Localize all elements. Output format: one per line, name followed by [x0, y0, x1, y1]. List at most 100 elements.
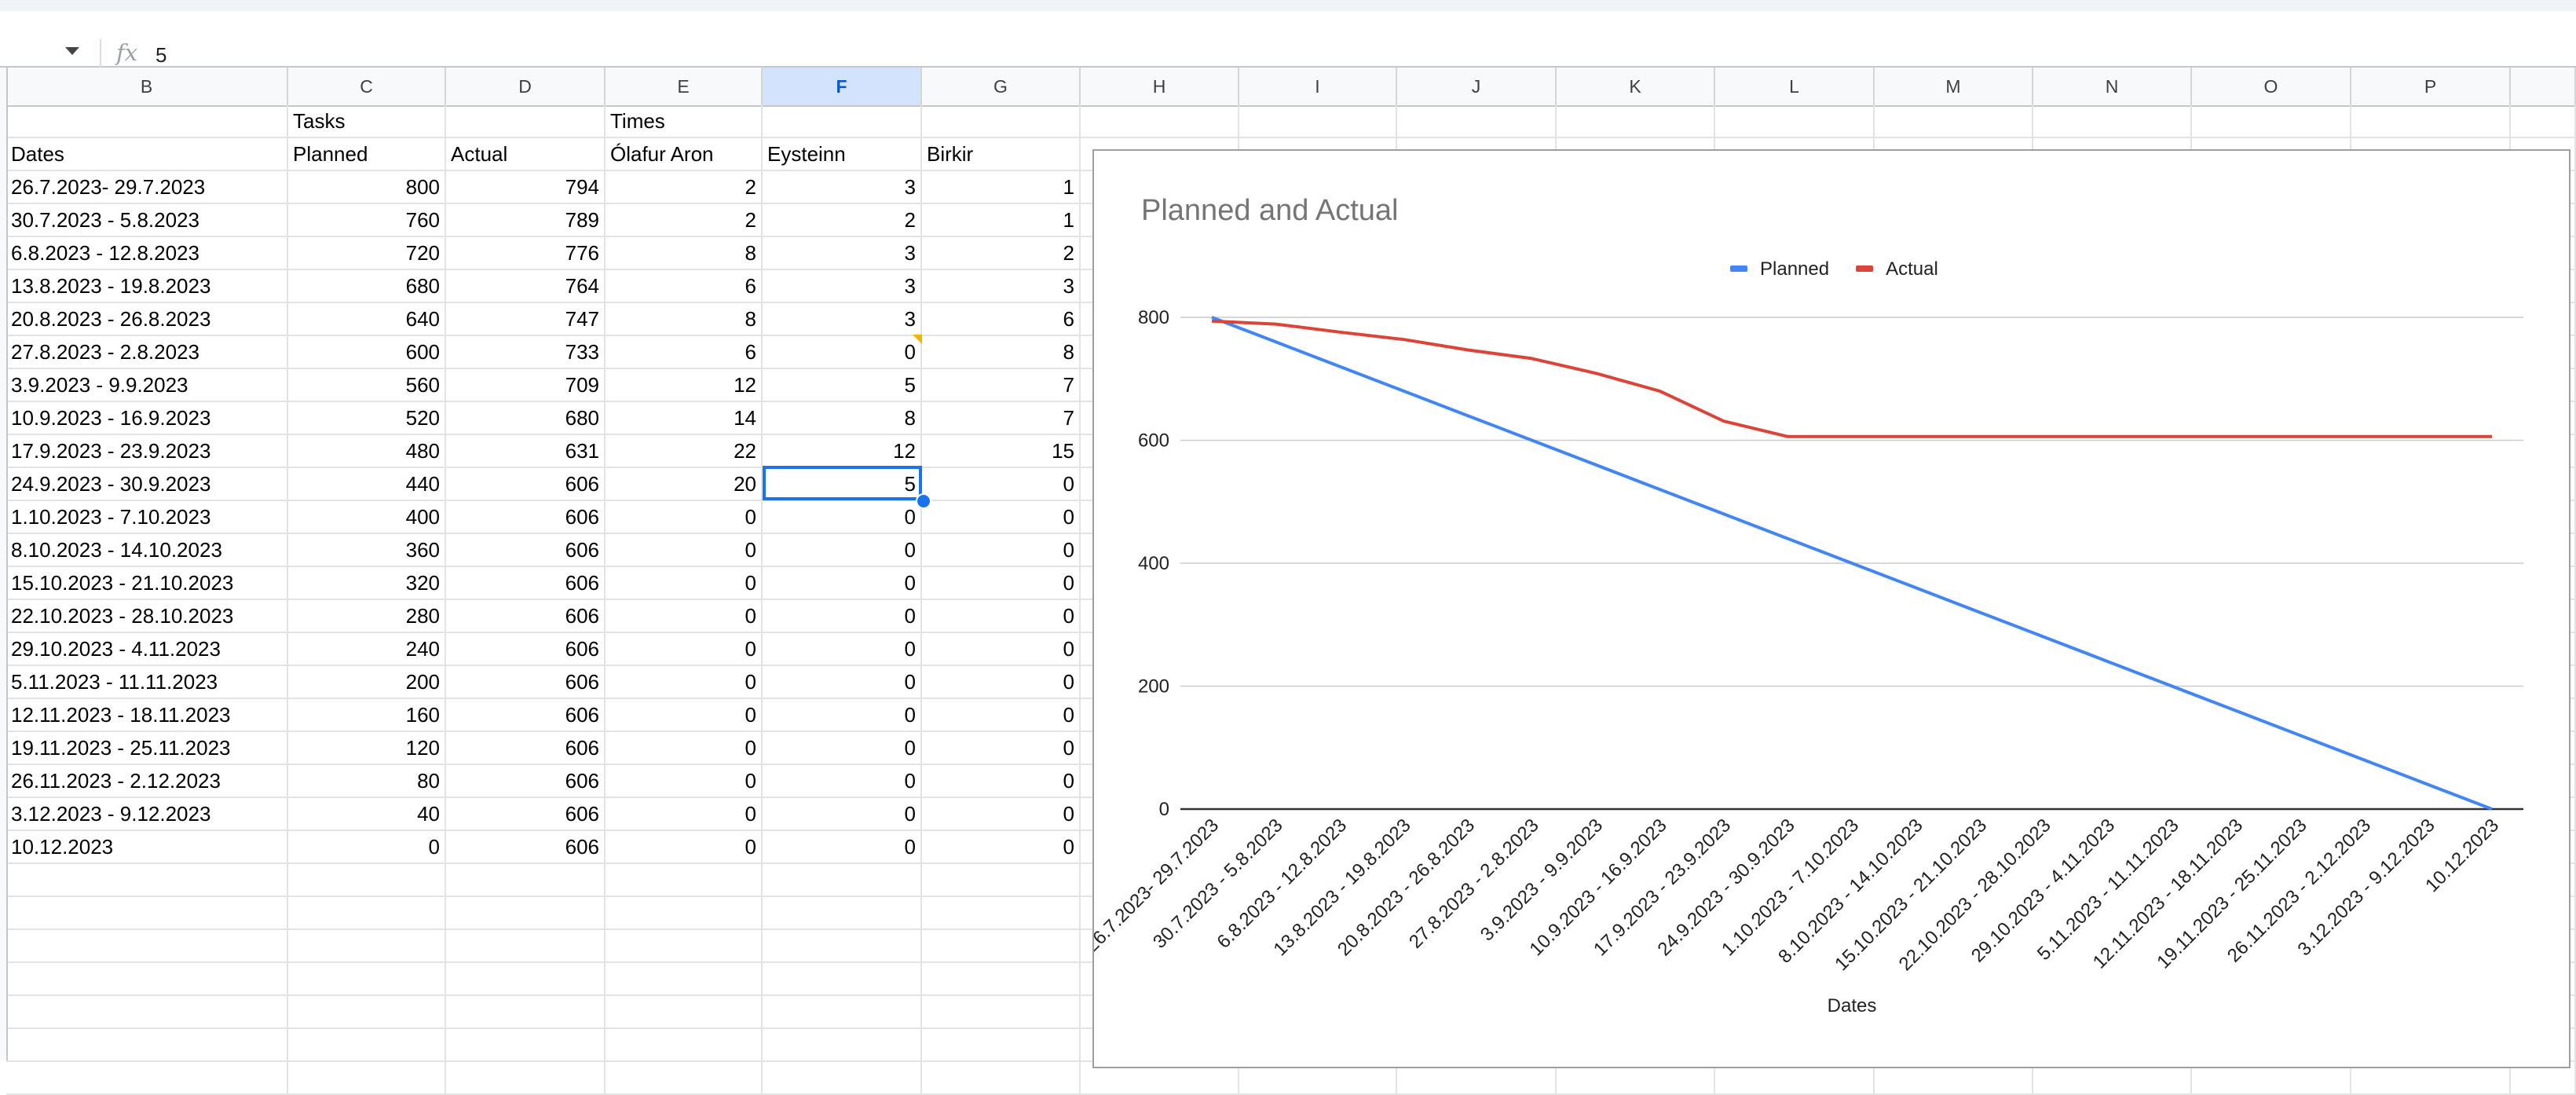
cell[interactable]: 606 [446, 468, 606, 501]
cell[interactable]: 0 [922, 534, 1081, 567]
cell[interactable]: 0 [606, 666, 763, 699]
cell[interactable]: 2 [606, 171, 763, 204]
cell[interactable] [446, 963, 606, 996]
cell[interactable]: 8 [763, 402, 922, 435]
cell[interactable]: Times [606, 105, 763, 138]
column-header-e[interactable]: E [606, 68, 763, 105]
cell[interactable] [922, 1062, 1081, 1095]
cell[interactable]: Birkir [922, 138, 1081, 171]
cell[interactable]: 480 [288, 435, 446, 468]
cell[interactable]: 2 [606, 204, 763, 237]
cell[interactable]: 0 [922, 567, 1081, 600]
cell[interactable]: 6 [606, 270, 763, 303]
formula-input[interactable]: 5 [156, 39, 1334, 71]
cell[interactable] [763, 105, 922, 138]
cell[interactable] [288, 1029, 446, 1062]
cell[interactable]: 606 [446, 765, 606, 798]
cell[interactable]: 0 [922, 831, 1081, 864]
cell[interactable] [922, 930, 1081, 963]
cell[interactable]: 606 [446, 534, 606, 567]
cell[interactable] [1875, 105, 2033, 138]
cell[interactable]: 606 [446, 501, 606, 534]
cell[interactable]: Eysteinn [763, 138, 922, 171]
cell[interactable] [288, 930, 446, 963]
column-header-l[interactable]: L [1715, 68, 1875, 105]
cell[interactable]: 3 [763, 270, 922, 303]
column-header-q[interactable] [2511, 68, 2576, 105]
cell[interactable]: 7 [922, 369, 1081, 402]
column-header-d[interactable]: D [446, 68, 606, 105]
cell[interactable]: 10.12.2023 [6, 831, 288, 864]
cell[interactable]: 8 [606, 303, 763, 336]
cell[interactable]: 0 [606, 732, 763, 765]
cell[interactable]: 12 [763, 435, 922, 468]
cell[interactable]: 606 [446, 732, 606, 765]
cell[interactable]: 1.10.2023 - 7.10.2023 [6, 501, 288, 534]
cell[interactable]: 3 [763, 303, 922, 336]
cell[interactable]: 400 [288, 501, 446, 534]
cell[interactable]: 0 [922, 468, 1081, 501]
cell[interactable] [763, 996, 922, 1029]
cell[interactable]: 80 [288, 765, 446, 798]
cell[interactable]: 15.10.2023 - 21.10.2023 [6, 567, 288, 600]
cell[interactable]: 606 [446, 633, 606, 666]
cell[interactable]: 1 [922, 171, 1081, 204]
cell[interactable]: 29.10.2023 - 4.11.2023 [6, 633, 288, 666]
cell[interactable]: 747 [446, 303, 606, 336]
cell[interactable]: 22 [606, 435, 763, 468]
cell[interactable] [2192, 105, 2351, 138]
column-header-p[interactable]: P [2351, 68, 2511, 105]
cell[interactable]: 680 [446, 402, 606, 435]
cell[interactable]: 30.7.2023 - 5.8.2023 [6, 204, 288, 237]
column-header-m[interactable]: M [1875, 68, 2033, 105]
cell[interactable]: 0 [922, 666, 1081, 699]
cell[interactable] [606, 897, 763, 930]
cell[interactable]: 0 [922, 765, 1081, 798]
cell[interactable]: 12 [606, 369, 763, 402]
cell[interactable]: 1 [922, 204, 1081, 237]
cell[interactable] [922, 963, 1081, 996]
column-header-o[interactable]: O [2192, 68, 2351, 105]
cell[interactable] [288, 996, 446, 1029]
cell[interactable]: 0 [606, 534, 763, 567]
cell[interactable]: 631 [446, 435, 606, 468]
cell[interactable] [606, 1062, 763, 1095]
cell[interactable]: 8 [922, 336, 1081, 369]
column-header-g[interactable]: G [922, 68, 1081, 105]
cell[interactable]: Ólafur Aron [606, 138, 763, 171]
cell[interactable]: 606 [446, 666, 606, 699]
cell[interactable]: 22.10.2023 - 28.10.2023 [6, 600, 288, 633]
cell[interactable]: 776 [446, 237, 606, 270]
cell[interactable]: 40 [288, 798, 446, 831]
cell[interactable]: 800 [288, 171, 446, 204]
cell[interactable]: 606 [446, 798, 606, 831]
cell[interactable] [606, 1029, 763, 1062]
cell[interactable] [763, 1062, 922, 1095]
cell[interactable]: 7 [922, 402, 1081, 435]
cell[interactable]: 320 [288, 567, 446, 600]
cell[interactable]: 0 [922, 732, 1081, 765]
cell[interactable]: 26.11.2023 - 2.12.2023 [6, 765, 288, 798]
cell[interactable]: 0 [922, 633, 1081, 666]
cell[interactable]: 0 [763, 336, 922, 369]
cell[interactable] [763, 1029, 922, 1062]
cell[interactable] [446, 1029, 606, 1062]
cell[interactable]: 2 [763, 204, 922, 237]
cell[interactable]: 0 [606, 699, 763, 732]
cell[interactable]: 27.8.2023 - 2.8.2023 [6, 336, 288, 369]
cell[interactable] [446, 930, 606, 963]
cell[interactable]: 760 [288, 204, 446, 237]
cell[interactable]: 0 [922, 798, 1081, 831]
cell[interactable]: 120 [288, 732, 446, 765]
cell[interactable] [1397, 105, 1557, 138]
cell[interactable] [922, 1029, 1081, 1062]
cell[interactable] [922, 105, 1081, 138]
cell[interactable] [446, 1062, 606, 1095]
cell[interactable] [763, 897, 922, 930]
cell[interactable] [288, 1062, 446, 1095]
cell[interactable] [922, 864, 1081, 897]
cell[interactable]: 0 [763, 534, 922, 567]
cell[interactable] [6, 897, 288, 930]
cell[interactable]: 606 [446, 831, 606, 864]
cell[interactable]: 600 [288, 336, 446, 369]
